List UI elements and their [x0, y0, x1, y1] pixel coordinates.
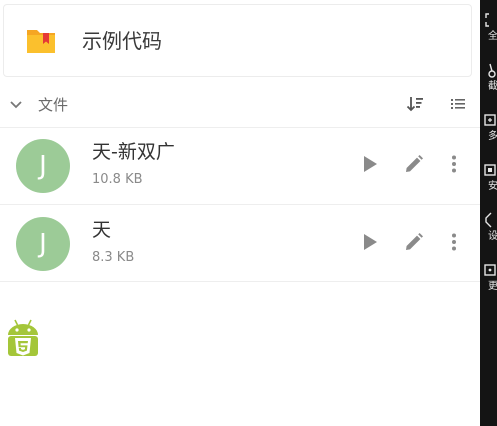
section-label: 文件 — [38, 96, 69, 114]
side-item-security[interactable]: 安 — [480, 162, 497, 208]
settings-icon — [485, 212, 492, 228]
side-item-label: 全 — [488, 31, 497, 42]
file-name: 天-新双广 — [92, 141, 175, 163]
android-html5-icon[interactable] — [5, 318, 41, 358]
more-vertical-icon[interactable] — [444, 154, 464, 174]
edit-icon[interactable] — [404, 232, 424, 252]
sort-icon[interactable] — [406, 95, 424, 113]
files-section-header[interactable]: 文件 — [0, 88, 480, 124]
divider — [0, 281, 480, 282]
fullscreen-icon — [485, 13, 489, 27]
file-size: 10.8 KB — [92, 172, 143, 187]
side-item-label: 截 — [488, 81, 497, 92]
multi-window-icon — [484, 114, 496, 126]
folder-icon — [27, 30, 55, 53]
floating-side-panel: 全 截 多 安 设 更 — [480, 0, 497, 426]
file-size: 8.3 KB — [92, 250, 135, 265]
file-row[interactable]: J 天-新双广 10.8 KB — [0, 127, 480, 203]
edit-icon[interactable] — [404, 154, 424, 174]
file-avatar: J — [16, 217, 70, 271]
project-title: 示例代码 — [82, 29, 162, 53]
main-content: 示例代码 文件 J 天-新双广 10.8 KB J 天 8.3 KB — [0, 0, 480, 426]
more-vertical-icon[interactable] — [444, 232, 464, 252]
side-item-label: 安 — [488, 181, 497, 192]
side-item-label: 更 — [488, 281, 497, 292]
file-name: 天 — [92, 219, 112, 241]
play-icon[interactable] — [360, 232, 380, 252]
scissors-icon — [488, 63, 496, 78]
side-item-label: 设 — [488, 231, 497, 242]
side-item-screenshot[interactable]: 截 — [480, 62, 497, 108]
side-item-more[interactable]: 更 — [480, 262, 497, 308]
file-avatar: J — [16, 139, 70, 193]
project-header[interactable]: 示例代码 — [3, 4, 472, 77]
more-icon — [484, 264, 496, 276]
play-icon[interactable] — [360, 154, 380, 174]
list-view-icon[interactable] — [450, 96, 466, 112]
side-item-fullscreen[interactable]: 全 — [480, 12, 497, 58]
side-item-multi-window[interactable]: 多 — [480, 112, 497, 158]
chevron-down-icon[interactable] — [8, 96, 24, 112]
security-icon — [484, 164, 496, 176]
file-row[interactable]: J 天 8.3 KB — [0, 205, 480, 281]
side-item-settings[interactable]: 设 — [480, 212, 497, 258]
side-item-label: 多 — [488, 131, 497, 142]
